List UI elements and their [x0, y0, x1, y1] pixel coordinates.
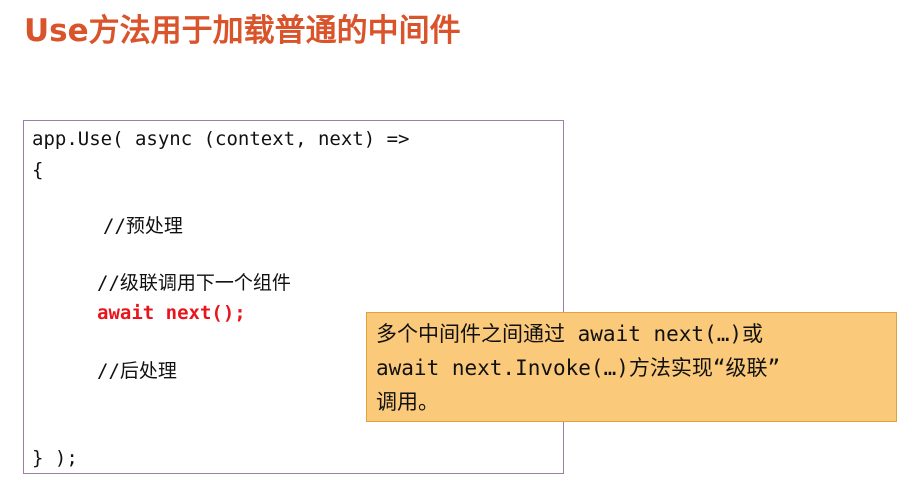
code-line-close: } ); — [32, 447, 78, 469]
code-line-app-use: app.Use( async (context, next) => — [32, 128, 410, 150]
callout-line-3: 调用。 — [376, 390, 439, 414]
callout-note: 多个中间件之间通过 await next(…)或 await next.Invo… — [366, 312, 897, 422]
callout-line-1: 多个中间件之间通过 await next(…)或 — [376, 322, 764, 346]
code-await-next: await next(); — [97, 302, 246, 324]
code-comment-preprocess: //预处理 — [103, 215, 183, 237]
callout-line-2: await next.Invoke(…)方法实现“级联” — [376, 356, 781, 380]
code-comment-chain-call: //级联调用下一个组件 — [97, 272, 291, 294]
slide-title: Use方法用于加载普通的中间件 — [24, 13, 461, 49]
code-line-open-brace: { — [32, 159, 44, 181]
code-comment-postprocess: //后处理 — [97, 360, 177, 382]
